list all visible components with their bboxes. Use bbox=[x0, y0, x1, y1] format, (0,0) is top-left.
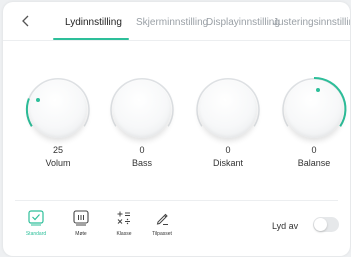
bass-knob[interactable] bbox=[113, 80, 171, 138]
balance-label: Balanse bbox=[297, 158, 331, 168]
chevron-left-icon[interactable] bbox=[21, 14, 35, 30]
treble-label: Diskant bbox=[212, 158, 243, 168]
treble-knob[interactable] bbox=[199, 80, 257, 138]
volume-knob-indicator bbox=[36, 98, 40, 102]
mode-klasse[interactable]: Klasse bbox=[106, 210, 142, 237]
balance-knob[interactable] bbox=[285, 80, 343, 138]
treble-value: 0 bbox=[225, 145, 231, 155]
treble-knob-control[interactable] bbox=[191, 72, 265, 146]
bass-knob-control[interactable] bbox=[105, 72, 179, 146]
toggle-thumb bbox=[314, 218, 327, 231]
mode-mote-label: Møte bbox=[75, 231, 87, 237]
tab-justeringsinnstilling[interactable]: Justeringsinnstilling bbox=[273, 17, 350, 28]
volume-knob[interactable] bbox=[29, 80, 87, 138]
mode-klasse-label: Klasse bbox=[116, 231, 132, 237]
balance-value: 0 bbox=[311, 145, 317, 155]
balance-knob-indicator bbox=[316, 88, 320, 92]
tab-displayinnstilling[interactable]: Displayinnstilling bbox=[206, 17, 280, 28]
section-divider bbox=[15, 200, 338, 201]
sound-off-label: Lyd av bbox=[272, 221, 299, 231]
volume-value: 25 bbox=[52, 145, 63, 155]
mode-tilpasset[interactable]: Tilpasset bbox=[144, 210, 180, 237]
balance-knob-control[interactable] bbox=[277, 72, 350, 146]
mode-mote[interactable]: Møte bbox=[63, 210, 99, 237]
tab-divider bbox=[3, 40, 350, 41]
mode-tilpasset-label: Tilpasset bbox=[152, 231, 172, 237]
mode-standard-label: Standard bbox=[25, 231, 47, 237]
tab-skjerminnstilling[interactable]: Skjerminnstilling bbox=[136, 17, 208, 28]
check-square-icon bbox=[27, 210, 45, 226]
tab-lydinnstilling[interactable]: Lydinnstilling bbox=[65, 17, 122, 28]
sound-off-toggle[interactable] bbox=[313, 217, 339, 232]
bass-label: Bass bbox=[131, 158, 152, 168]
sound-settings-panel: Lydinnstilling Skjerminnstilling Display… bbox=[3, 2, 350, 256]
math-symbols-icon bbox=[115, 210, 133, 226]
volume-knob-control[interactable] bbox=[21, 72, 95, 146]
pen-icon bbox=[153, 210, 171, 226]
meeting-icon bbox=[72, 210, 90, 226]
volume-label: Volum bbox=[45, 158, 71, 168]
bass-value: 0 bbox=[139, 145, 145, 155]
mode-standard[interactable]: Standard bbox=[18, 210, 54, 237]
